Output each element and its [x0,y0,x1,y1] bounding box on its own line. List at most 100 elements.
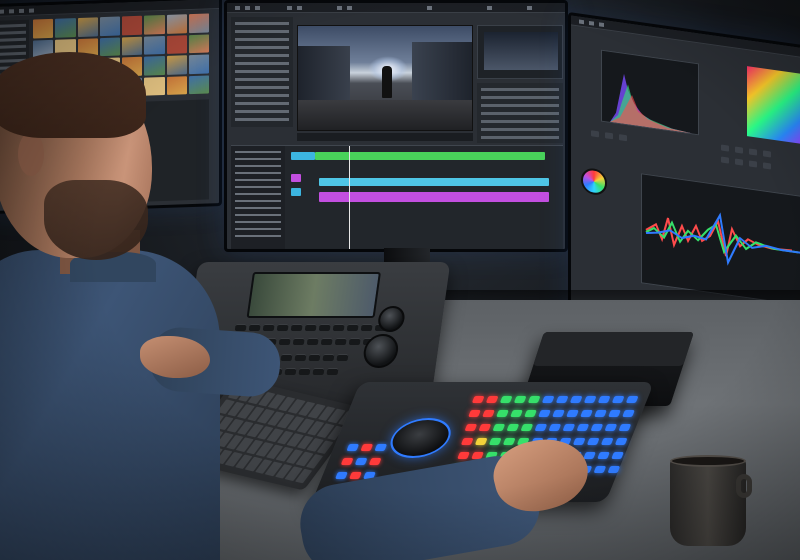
led-button[interactable] [499,396,513,403]
led-button[interactable] [569,396,583,403]
editor-person [0,0,260,560]
led-button[interactable] [513,396,527,403]
waveform-scope [641,173,800,307]
editor-ui [227,3,565,249]
led-button[interactable] [625,396,639,403]
color-spectrum-panel[interactable] [747,66,800,146]
led-button[interactable] [502,438,516,445]
led-button[interactable] [576,424,590,431]
led-button[interactable] [608,410,621,417]
led-button[interactable] [496,410,509,417]
led-button[interactable] [360,444,374,451]
led-button[interactable] [611,452,624,459]
led-button[interactable] [488,438,502,445]
histogram-graph [610,73,692,134]
led-button[interactable] [464,424,478,431]
led-button[interactable] [538,410,551,417]
toolbar-icon[interactable] [579,19,584,25]
editing-workstation-scene [0,0,800,560]
center-monitor [224,0,568,252]
color-wheel-icon[interactable] [581,166,607,197]
hardware-box-top [532,332,695,366]
led-button[interactable] [594,410,607,417]
led-button[interactable] [482,410,495,417]
led-button[interactable] [583,452,596,459]
toolbar-icon[interactable] [297,6,302,10]
led-button[interactable] [374,444,388,451]
coffee-mug-icon [670,455,752,546]
led-button[interactable] [614,438,628,445]
preview-running-figure [382,66,392,98]
led-button[interactable] [460,438,474,445]
led-button[interactable] [622,410,635,417]
source-monitor-panel[interactable] [477,25,563,79]
timeline-clip-audio[interactable] [319,178,549,186]
led-button[interactable] [604,424,618,431]
transport-controls[interactable] [297,133,473,141]
toolbar-icon[interactable] [287,6,292,10]
led-button[interactable] [335,472,348,479]
toolbar-icon[interactable] [337,6,342,10]
timeline-clip-marker[interactable] [291,174,301,182]
led-button[interactable] [510,410,523,417]
timeline-clip-audio[interactable] [319,192,549,202]
source-thumbnail [484,32,558,70]
led-button[interactable] [534,424,548,431]
led-button[interactable] [478,424,492,431]
timeline-clip-marker[interactable] [291,188,301,196]
mug-handle [736,474,752,498]
timeline-panel[interactable] [231,145,563,249]
histogram-scope [601,49,699,136]
led-button[interactable] [552,410,565,417]
led-button[interactable] [474,438,488,445]
led-button[interactable] [346,444,360,451]
led-button[interactable] [562,424,576,431]
timeline-clip-video[interactable] [291,152,315,160]
small-rotary-knob[interactable] [376,306,407,332]
toolbar-icon[interactable] [347,6,352,10]
led-button[interactable] [527,396,541,403]
toolbar-icon[interactable] [589,20,594,26]
led-button[interactable] [590,424,604,431]
toolbar-icon[interactable] [599,22,604,28]
led-button[interactable] [597,396,611,403]
led-button[interactable] [583,396,597,403]
program-monitor-preview[interactable] [297,25,473,131]
person-ear [18,132,44,176]
toolbar-icon[interactable] [487,6,492,10]
led-button[interactable] [541,396,555,403]
led-button[interactable] [600,438,614,445]
toolbar-icon[interactable] [427,6,432,10]
led-button[interactable] [485,396,499,403]
led-button[interactable] [354,458,368,465]
led-button[interactable] [555,396,569,403]
led-button[interactable] [468,410,481,417]
led-button[interactable] [471,396,485,403]
led-button[interactable] [586,438,600,445]
timeline-playhead[interactable] [349,146,350,249]
led-button[interactable] [349,472,362,479]
person-torso [0,250,220,560]
inspector-panel[interactable] [477,83,563,143]
person-beard [44,180,148,260]
led-button[interactable] [340,458,354,465]
led-button[interactable] [520,424,534,431]
led-button[interactable] [492,424,506,431]
led-button[interactable] [593,466,607,473]
led-button[interactable] [580,410,593,417]
led-button[interactable] [611,396,625,403]
led-button[interactable] [506,424,520,431]
led-button[interactable] [548,424,562,431]
led-button[interactable] [457,452,470,459]
led-button[interactable] [566,410,579,417]
led-button[interactable] [524,410,537,417]
led-button[interactable] [368,458,382,465]
mug-rim [670,455,746,467]
editor-toolbar [227,3,565,13]
led-button[interactable] [597,452,610,459]
preview-street [298,100,472,130]
toolbar-icon[interactable] [527,6,532,10]
jog-wheel-icon[interactable] [383,418,458,458]
led-button[interactable] [618,424,632,431]
led-button[interactable] [572,438,586,445]
